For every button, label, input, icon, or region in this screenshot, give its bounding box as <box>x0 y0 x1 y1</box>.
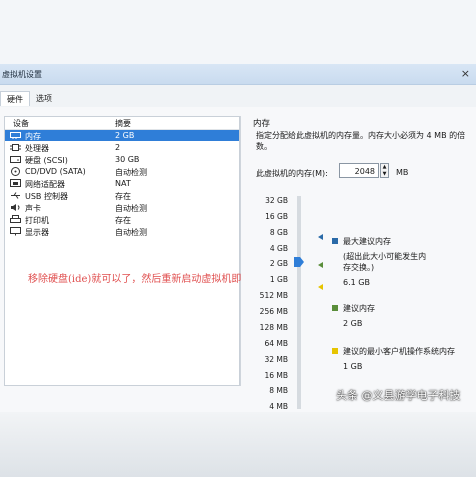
max-recommended-marker <box>318 234 323 240</box>
scale-tick: 1 GB <box>269 275 288 284</box>
device-list: 设备 摘要 内存 2 GB 处理器 2 硬盘 (SCSI) 30 GB CD/D… <box>4 116 240 386</box>
title-bar: 虚拟机设置 × <box>0 64 476 85</box>
scale-tick: 4 GB <box>269 244 288 253</box>
scale-tick: 8 GB <box>269 228 288 237</box>
min-memory-swatch <box>332 348 338 354</box>
recommended-memory-value: 2 GB <box>343 319 363 328</box>
network-icon <box>9 179 21 188</box>
device-row-sound[interactable]: 声卡 自动检测 <box>5 202 239 213</box>
device-name: 声卡 <box>25 204 41 213</box>
device-name: 处理器 <box>25 144 49 153</box>
scale-tick: 16 MB <box>264 371 288 380</box>
device-row-cpu[interactable]: 处理器 2 <box>5 142 239 153</box>
scale-tick: 2 GB <box>269 259 288 268</box>
scale-tick: 256 MB <box>259 307 288 316</box>
scale-tick: 64 MB <box>264 339 288 348</box>
memory-input[interactable]: 2048 <box>339 163 379 178</box>
device-summary: 自动检测 <box>115 168 147 177</box>
recommended-memory-swatch <box>332 305 338 311</box>
device-row-printer[interactable]: 打印机 存在 <box>5 214 239 225</box>
device-summary: 自动检测 <box>115 204 147 213</box>
annotation-overlay-text: 移除硬盘(ide)就可以了，然后重新启动虚拟机即 <box>28 274 242 285</box>
recommended-marker <box>318 262 323 268</box>
cdrom-icon <box>9 167 21 176</box>
max-memory-value: 6.1 GB <box>343 278 370 287</box>
device-row-memory[interactable]: 内存 2 GB <box>5 130 239 141</box>
device-list-header: 设备 摘要 <box>5 117 239 130</box>
memory-icon <box>9 131 21 140</box>
device-summary: 30 GB <box>115 155 140 164</box>
device-name: 打印机 <box>25 216 49 225</box>
cpu-icon <box>9 143 21 152</box>
min-memory-label: 建议的最小客户机操作系统内存 <box>343 347 455 356</box>
column-device: 设备 <box>13 119 29 128</box>
device-name: 硬盘 (SCSI) <box>25 156 68 165</box>
window-title: 虚拟机设置 <box>2 70 42 79</box>
device-summary: NAT <box>115 179 131 188</box>
column-summary: 摘要 <box>115 119 131 128</box>
device-name: USB 控制器 <box>25 192 68 201</box>
memory-description: 指定分配给此虚拟机的内存量。内存大小必须为 4 MB 的倍数。 <box>256 131 466 151</box>
device-name: 内存 <box>25 132 41 141</box>
close-icon[interactable]: × <box>461 67 470 80</box>
device-summary: 自动检测 <box>115 228 147 237</box>
device-summary: 2 GB <box>115 131 135 140</box>
recommended-memory-label: 建议内存 <box>343 304 375 313</box>
sound-icon <box>9 203 21 212</box>
memory-field-label: 此虚拟机的内存(M): <box>256 169 328 178</box>
bottom-area <box>0 412 476 477</box>
screen-top-margin <box>0 0 476 64</box>
scale-tick: 512 MB <box>259 291 288 300</box>
tab-hardware[interactable]: 硬件 <box>0 91 30 106</box>
scale-tick: 32 GB <box>265 196 288 205</box>
device-row-disk[interactable]: 硬盘 (SCSI) 30 GB <box>5 154 239 165</box>
printer-icon <box>9 215 21 224</box>
scale-tick: 128 MB <box>259 323 288 332</box>
min-memory-value: 1 GB <box>343 362 363 371</box>
scale-tick: 32 MB <box>264 355 288 364</box>
device-summary: 存在 <box>115 216 131 225</box>
device-row-network[interactable]: 网络适配器 NAT <box>5 178 239 189</box>
memory-section-title: 内存 <box>253 119 271 129</box>
max-memory-label: 最大建议内存 <box>343 237 391 246</box>
device-row-display[interactable]: 显示器 自动检测 <box>5 226 239 237</box>
device-row-cdrom[interactable]: CD/DVD (SATA) 自动检测 <box>5 166 239 177</box>
device-summary: 存在 <box>115 192 131 201</box>
memory-slider-track[interactable] <box>297 196 301 409</box>
disk-icon <box>9 155 21 164</box>
device-row-usb[interactable]: USB 控制器 存在 <box>5 190 239 201</box>
memory-unit: MB <box>396 168 409 177</box>
device-summary: 2 <box>115 143 121 152</box>
display-icon <box>9 227 21 236</box>
device-name: 显示器 <box>25 228 49 237</box>
watermark-text: 头条 @义县游学电子科技 <box>336 389 461 402</box>
device-name: CD/DVD (SATA) <box>25 167 86 176</box>
tab-bar: 硬件 选项 <box>0 85 476 108</box>
memory-spinner[interactable]: ▲ ▼ <box>380 163 389 178</box>
tab-options[interactable]: 选项 <box>30 91 58 106</box>
scale-tick: 4 MB <box>269 402 288 411</box>
device-name: 网络适配器 <box>25 180 65 189</box>
usb-icon <box>9 191 21 200</box>
max-memory-swatch <box>332 238 338 244</box>
scale-tick: 8 MB <box>269 386 288 395</box>
panel-divider <box>240 116 241 386</box>
min-recommended-marker <box>318 284 323 290</box>
max-memory-note: (超出此大小可能发生内存交换。) <box>343 252 427 272</box>
scale-tick: 16 GB <box>265 212 288 221</box>
